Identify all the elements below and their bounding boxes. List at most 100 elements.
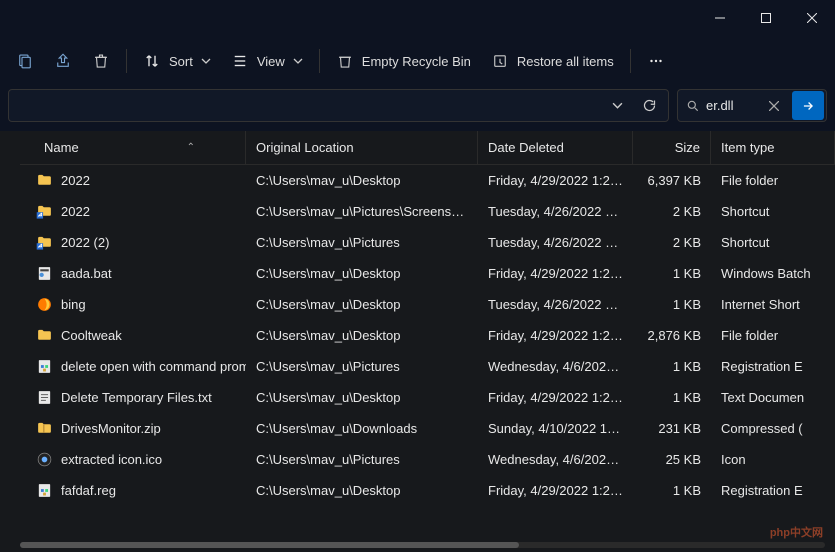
file-type: Registration E bbox=[711, 483, 835, 498]
address-area bbox=[0, 86, 835, 131]
delete-button[interactable] bbox=[84, 43, 118, 79]
view-button[interactable]: View bbox=[223, 43, 311, 79]
file-type-icon bbox=[36, 389, 53, 406]
file-date: Friday, 4/29/2022 1:26 PM bbox=[478, 483, 633, 498]
refresh-button[interactable] bbox=[634, 92, 664, 120]
sort-indicator-icon: ⌃ bbox=[187, 142, 195, 153]
file-location: C:\Users\mav_u\Pictures bbox=[246, 359, 478, 374]
table-row[interactable]: CooltweakC:\Users\mav_u\DesktopFriday, 4… bbox=[20, 320, 835, 351]
file-type-icon bbox=[36, 296, 53, 313]
table-row[interactable]: 2022 C:\Users\mav_u\Pictures\ScreenshotsT… bbox=[20, 196, 835, 227]
sort-label: Sort bbox=[169, 54, 193, 69]
scrollbar-thumb[interactable] bbox=[20, 542, 519, 548]
file-location: C:\Users\mav_u\Desktop bbox=[246, 390, 478, 405]
file-type: Icon bbox=[711, 452, 835, 467]
file-name: delete open with command promp... bbox=[61, 359, 246, 374]
file-type-icon bbox=[36, 203, 53, 220]
file-location: C:\Users\mav_u\Pictures\Screenshots bbox=[246, 204, 478, 219]
file-type: Windows Batch bbox=[711, 266, 835, 281]
chevron-down-icon bbox=[201, 56, 211, 66]
column-headers: Name ⌃ Original Location Date Deleted Si… bbox=[20, 131, 835, 165]
file-name: Delete Temporary Files.txt bbox=[61, 390, 212, 405]
file-type: Shortcut bbox=[711, 235, 835, 250]
cut-button[interactable] bbox=[8, 43, 42, 79]
toolbar: Sort View Empty Recycle Bin Restore all … bbox=[0, 36, 835, 86]
table-row[interactable]: DrivesMonitor.zipC:\Users\mav_u\Download… bbox=[20, 413, 835, 444]
file-location: C:\Users\mav_u\Downloads bbox=[246, 421, 478, 436]
file-name: Cooltweak bbox=[61, 328, 122, 343]
column-header-location[interactable]: Original Location bbox=[246, 131, 478, 164]
file-location: C:\Users\mav_u\Pictures bbox=[246, 235, 478, 250]
file-type: Text Documen bbox=[711, 390, 835, 405]
table-row[interactable]: extracted icon.ico C:\Users\mav_u\Picture… bbox=[20, 444, 835, 475]
file-list: Name ⌃ Original Location Date Deleted Si… bbox=[20, 131, 835, 552]
file-size: 1 KB bbox=[633, 266, 711, 281]
file-type-icon bbox=[36, 420, 53, 437]
file-name: 2022 bbox=[61, 173, 90, 188]
close-button[interactable] bbox=[789, 0, 835, 36]
maximize-button[interactable] bbox=[743, 0, 789, 36]
file-name: aada.bat bbox=[61, 266, 112, 281]
file-size: 1 KB bbox=[633, 390, 711, 405]
titlebar bbox=[0, 0, 835, 36]
file-name: extracted icon.ico bbox=[61, 452, 162, 467]
file-date: Tuesday, 4/26/2022 8:04 PM bbox=[478, 297, 633, 312]
restore-label: Restore all items bbox=[517, 54, 614, 69]
search-go-button[interactable] bbox=[792, 91, 824, 120]
file-location: C:\Users\mav_u\Desktop bbox=[246, 266, 478, 281]
file-type-icon bbox=[36, 482, 53, 499]
file-location: C:\Users\mav_u\Desktop bbox=[246, 328, 478, 343]
empty-label: Empty Recycle Bin bbox=[362, 54, 471, 69]
table-row[interactable]: bing C:\Users\mav_u\DesktopTuesday, 4/26/… bbox=[20, 289, 835, 320]
file-size: 6,397 KB bbox=[633, 173, 711, 188]
file-type: File folder bbox=[711, 173, 835, 188]
content-area: Name ⌃ Original Location Date Deleted Si… bbox=[0, 131, 835, 552]
table-row[interactable]: delete open with command promp...C:\User… bbox=[20, 351, 835, 382]
file-type-icon bbox=[36, 327, 53, 344]
file-name: 2022 bbox=[61, 204, 90, 219]
table-row[interactable]: aada.batC:\Users\mav_u\DesktopFriday, 4/… bbox=[20, 258, 835, 289]
search-input[interactable] bbox=[706, 98, 756, 113]
file-type-icon bbox=[36, 451, 53, 468]
table-row[interactable]: 2022 (2) C:\Users\mav_u\PicturesTuesday, … bbox=[20, 227, 835, 258]
more-button[interactable] bbox=[639, 43, 673, 79]
column-header-name[interactable]: Name ⌃ bbox=[20, 131, 246, 164]
file-date: Tuesday, 4/26/2022 1:28 PM bbox=[478, 204, 633, 219]
file-location: C:\Users\mav_u\Pictures bbox=[246, 452, 478, 467]
address-bar[interactable] bbox=[8, 89, 669, 122]
file-date: Friday, 4/29/2022 1:27 PM bbox=[478, 173, 633, 188]
clear-search-button[interactable] bbox=[762, 94, 786, 118]
table-row[interactable]: fafdaf.regC:\Users\mav_u\DesktopFriday, … bbox=[20, 475, 835, 506]
file-date: Wednesday, 4/6/2022 4:19... bbox=[478, 359, 633, 374]
file-size: 2 KB bbox=[633, 204, 711, 219]
file-date: Tuesday, 4/26/2022 1:29 PM bbox=[478, 235, 633, 250]
column-header-date[interactable]: Date Deleted bbox=[478, 131, 633, 164]
file-type: Shortcut bbox=[711, 204, 835, 219]
file-type-icon bbox=[36, 265, 53, 282]
file-name: bing bbox=[61, 297, 86, 312]
column-header-type[interactable]: Item type bbox=[711, 131, 835, 164]
sort-button[interactable]: Sort bbox=[135, 43, 219, 79]
divider bbox=[126, 49, 127, 73]
file-name: fafdaf.reg bbox=[61, 483, 116, 498]
file-size: 1 KB bbox=[633, 297, 711, 312]
horizontal-scrollbar[interactable] bbox=[20, 538, 825, 552]
chevron-down-icon bbox=[293, 56, 303, 66]
file-date: Friday, 4/29/2022 1:26 PM bbox=[478, 390, 633, 405]
table-row[interactable]: 2022C:\Users\mav_u\DesktopFriday, 4/29/2… bbox=[20, 165, 835, 196]
file-name: 2022 (2) bbox=[61, 235, 109, 250]
restore-all-button[interactable]: Restore all items bbox=[483, 43, 622, 79]
empty-recycle-bin-button[interactable]: Empty Recycle Bin bbox=[328, 43, 479, 79]
search-icon bbox=[686, 99, 700, 113]
file-location: C:\Users\mav_u\Desktop bbox=[246, 297, 478, 312]
file-type: Internet Short bbox=[711, 297, 835, 312]
view-label: View bbox=[257, 54, 285, 69]
file-date: Wednesday, 4/6/2022 3:58... bbox=[478, 452, 633, 467]
column-header-size[interactable]: Size bbox=[633, 131, 711, 164]
history-dropdown-button[interactable] bbox=[602, 92, 632, 120]
share-button[interactable] bbox=[46, 43, 80, 79]
minimize-button[interactable] bbox=[697, 0, 743, 36]
divider bbox=[630, 49, 631, 73]
divider bbox=[319, 49, 320, 73]
table-row[interactable]: Delete Temporary Files.txt C:\Users\mav_u… bbox=[20, 382, 835, 413]
